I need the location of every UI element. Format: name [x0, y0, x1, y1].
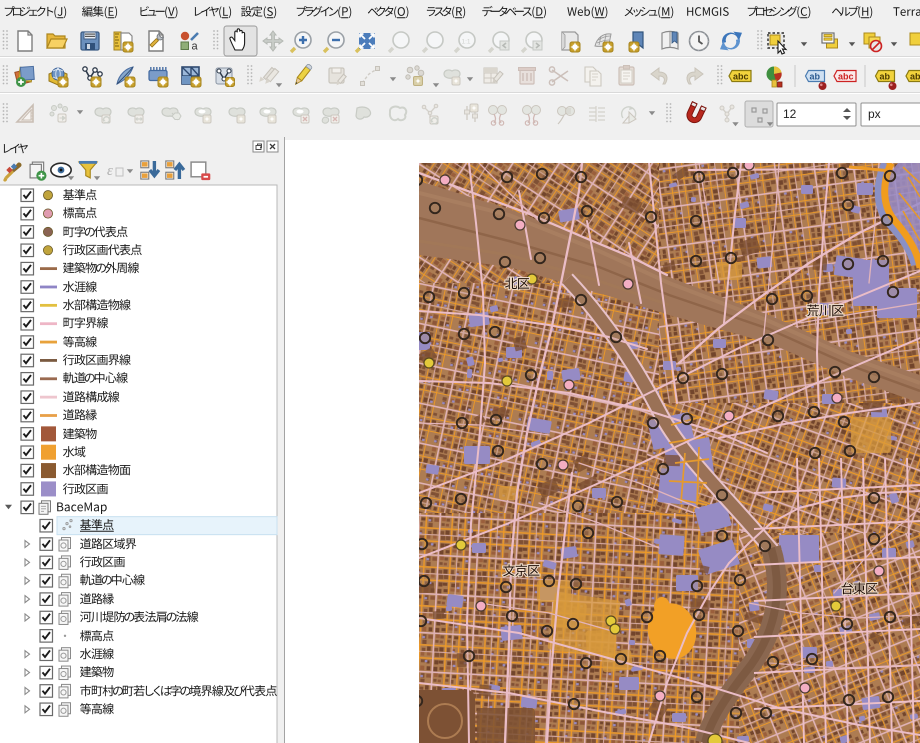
- svg-text:a: a: [192, 41, 199, 53]
- svg-text:ε: ε: [107, 163, 113, 179]
- svg-text:ab: ab: [880, 72, 891, 82]
- svg-text:1:1: 1:1: [462, 39, 471, 46]
- svg-text:ab: ab: [810, 72, 821, 82]
- svg-text:12: 12: [783, 107, 797, 121]
- svg-text:abc: abc: [733, 72, 749, 82]
- svg-text:abc: abc: [838, 72, 854, 82]
- svg-text:px: px: [868, 107, 881, 121]
- svg-text:abc: abc: [910, 72, 920, 82]
